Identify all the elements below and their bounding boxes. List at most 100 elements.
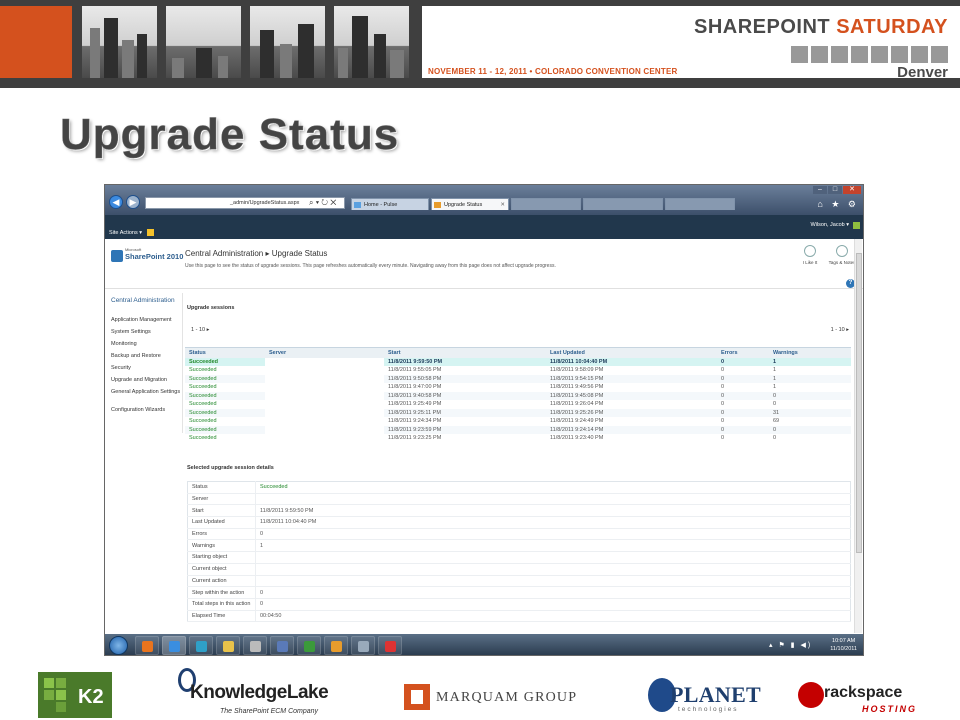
browser-chrome: – □ ✕ ◀ ▶ _admin/UpgradeStatus.aspx ⌕ ▾ … (105, 185, 863, 215)
col-errors[interactable]: Errors (717, 347, 769, 358)
nav-backup-restore[interactable]: Backup and Restore (111, 353, 183, 360)
forward-button[interactable]: ▶ (126, 195, 140, 209)
tab-redacted[interactable] (583, 198, 663, 210)
start-button[interactable] (109, 636, 128, 655)
table-row[interactable]: Succeeded 11/8/2011 9:59:50 PM 11/8/2011 1… (185, 357, 851, 366)
sponsor-k2-logo: K2 (38, 672, 112, 718)
col-last-updated[interactable]: Last Updated (546, 347, 717, 358)
nav-heading-central-admin[interactable]: Central Administration (111, 297, 181, 304)
pager-top-left[interactable]: 1 - 10 ▸ (191, 327, 209, 333)
banner-logo-area: NOVEMBER 11 - 12, 2011 • COLORADO CONVEN… (422, 6, 960, 81)
col-status[interactable]: Status (185, 347, 265, 358)
maximize-button[interactable]: □ (828, 186, 842, 194)
col-start[interactable]: Start (384, 347, 546, 358)
window-controls: – □ ✕ (813, 186, 861, 194)
table-header-row: Status Server Start Last Updated Errors … (185, 347, 851, 358)
col-warnings[interactable]: Warnings (769, 347, 851, 358)
back-button[interactable]: ◀ (109, 195, 123, 209)
taskbar-excel[interactable] (297, 636, 321, 655)
table-row[interactable]: Succeeded 11/8/2011 9:23:25 PM 11/8/2011 9… (185, 434, 851, 443)
taskbar-explorer[interactable] (216, 636, 240, 655)
taskbar-tool[interactable] (351, 636, 375, 655)
tab-favicon-icon (434, 202, 441, 208)
main-content: Upgrade sessions 1 - 10 ▸ 1 - 10 ▸ Statu… (185, 293, 853, 633)
vertical-scrollbar[interactable] (854, 239, 862, 633)
pager-top-right[interactable]: 1 - 10 ▸ (831, 327, 849, 333)
tab-redacted[interactable] (511, 198, 581, 210)
upgrade-sessions-table: Status Server Start Last Updated Errors … (185, 347, 851, 443)
tag-icon (836, 245, 848, 257)
breadcrumb-central-admin[interactable]: Central Administration (185, 249, 263, 258)
taskbar-snip[interactable] (378, 636, 402, 655)
sponsor-knowledgelake-logo: KnowledgeLake The SharePoint ECM Company (178, 668, 338, 718)
table-row[interactable]: Succeeded 11/8/2011 9:25:11 PM 11/8/2011 9… (185, 408, 851, 417)
site-actions-menu[interactable]: Site Actions ▾ (109, 230, 142, 236)
navigate-up-icon[interactable] (147, 229, 154, 236)
box-icon (277, 641, 288, 652)
taskbar-outlook[interactable] (324, 636, 348, 655)
taskbar-ie[interactable] (162, 636, 186, 655)
ie-icon (169, 641, 180, 652)
taskbar-network[interactable] (189, 636, 213, 655)
slide-title: Upgrade Status (60, 110, 400, 160)
tab-favicon-icon (354, 202, 361, 208)
breadcrumb: Central Administration ▸ Upgrade Status (185, 249, 328, 258)
tool-icon (358, 641, 369, 652)
detail-row: Current action (187, 575, 851, 588)
table-row[interactable]: Succeeded 11/8/2011 9:25:49 PM 11/8/2011 9… (185, 400, 851, 409)
table-row[interactable]: Succeeded 11/8/2011 9:40:58 PM 11/8/2011 9… (185, 391, 851, 400)
user-menu[interactable]: Wilson, Jacob ▾ (810, 222, 849, 228)
col-server[interactable]: Server (265, 347, 384, 358)
close-button[interactable]: ✕ (843, 186, 861, 194)
tab-redacted[interactable] (665, 198, 735, 210)
table-row[interactable]: Succeeded 11/8/2011 9:55:05 PM 11/8/2011 9… (185, 366, 851, 375)
address-bar-icons[interactable]: ⌕ ▾ ↻ ✕ (309, 198, 336, 208)
taskbar-firefox[interactable] (135, 636, 159, 655)
detail-row: Start 11/8/2011 9:59:50 PM (187, 504, 851, 518)
tab-upgrade-status[interactable]: Upgrade Status ✕ (431, 198, 509, 210)
detail-row: Last Updated 11/8/2011 10:04:40 PM (187, 516, 851, 529)
detail-row: Total steps in this action 0 (187, 598, 851, 611)
nav-monitoring[interactable]: Monitoring (111, 341, 183, 348)
rackspace-icon (798, 682, 824, 708)
user-icon[interactable] (853, 222, 860, 229)
folder-icon (223, 641, 234, 652)
nav-upgrade-migration[interactable]: Upgrade and Migration (111, 377, 183, 384)
nav-general-app-settings[interactable]: General Application Settings (111, 389, 183, 396)
taskbar-app[interactable] (243, 636, 267, 655)
city-photo-4 (334, 6, 409, 78)
taskbar-virtualbox[interactable] (270, 636, 294, 655)
sharepoint-logo: Microsoft SharePoint 2010 (111, 247, 183, 267)
taskbar-clock[interactable]: 10:07 AM 11/10/2011 (830, 637, 857, 653)
quick-launch: Central Administration Application Manag… (105, 293, 183, 433)
tab-close-icon[interactable]: ✕ (500, 199, 505, 211)
i-like-it-button[interactable]: I Like It (795, 245, 825, 266)
details-title: Selected upgrade session details (187, 465, 274, 471)
marquam-icon (404, 684, 430, 710)
page-title: Upgrade Status (271, 249, 328, 258)
table-row[interactable]: Succeeded 11/8/2011 9:23:59 PM 11/8/2011 9… (185, 425, 851, 434)
windows-taskbar: ▴ ⚑ ▮ ◀) 10:07 AM 11/10/2011 (105, 634, 863, 655)
system-tray[interactable]: ▴ ⚑ ▮ ◀) (769, 641, 812, 649)
page-header: Microsoft SharePoint 2010 Central Admini… (105, 239, 863, 289)
firefox-icon (142, 641, 153, 652)
event-city: Denver (897, 64, 948, 81)
tags-notes-button[interactable]: Tags & Notes (827, 245, 857, 266)
tab-home-pulse[interactable]: Home - Pulse (351, 198, 429, 210)
table-row[interactable]: Succeeded 11/8/2011 9:50:58 PM 11/8/2011 9… (185, 374, 851, 383)
nav-system-settings[interactable]: System Settings (111, 329, 183, 336)
sponsor-rackspace-logo: rackspace HOSTING (798, 668, 928, 718)
table-row[interactable]: Succeeded 11/8/2011 9:24:34 PM 11/8/2011 9… (185, 417, 851, 426)
detail-row: Warnings 1 (187, 539, 851, 553)
logo-squares (791, 46, 948, 63)
sponsor-marquam-logo: MARQUAM GROUP (404, 668, 588, 718)
table-row[interactable]: Succeeded 11/8/2011 9:47:00 PM 11/8/2011 9… (185, 383, 851, 392)
nav-security[interactable]: Security (111, 365, 183, 372)
detail-row: Starting object (187, 551, 851, 564)
nav-configuration-wizards[interactable]: Configuration Wizards (111, 407, 183, 414)
scrollbar-thumb[interactable] (856, 253, 862, 553)
browser-tools-icons[interactable]: ⌂ ★ ⚙ (817, 199, 859, 210)
nav-application-management[interactable]: Application Management (111, 317, 183, 324)
sponsor-planet-logo: PLANET technologies (648, 668, 761, 718)
minimize-button[interactable]: – (813, 186, 827, 194)
